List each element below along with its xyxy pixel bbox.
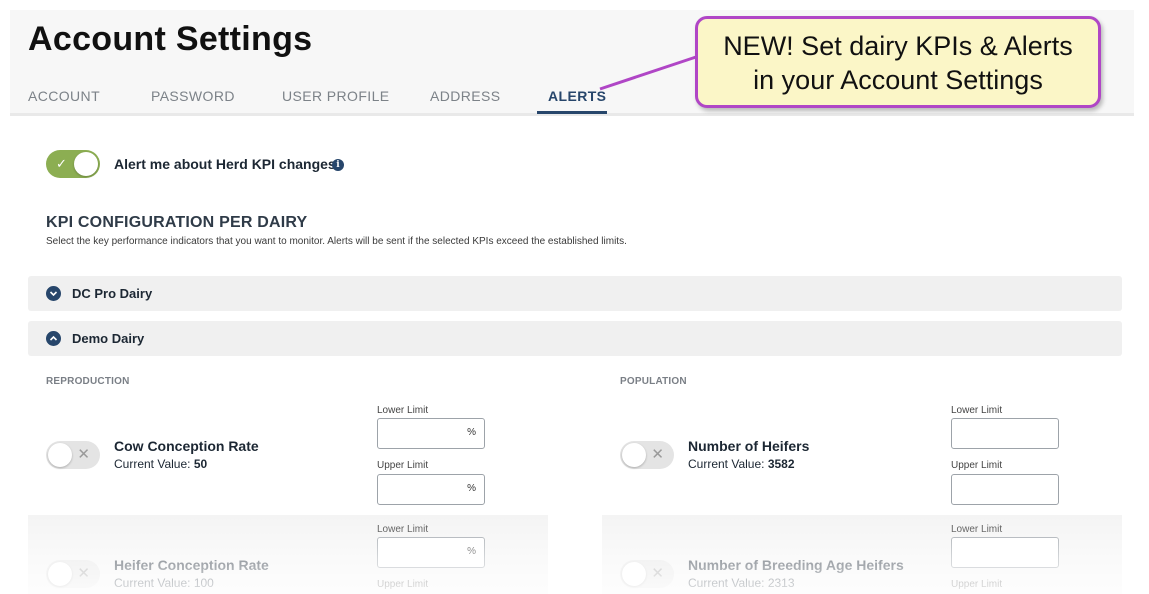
chevron-down-icon xyxy=(46,286,61,301)
number-of-heifers-toggle[interactable]: ✕ xyxy=(620,441,674,469)
upper-limit-label: Upper Limit xyxy=(377,460,429,471)
current-value-label: Current Value: xyxy=(114,576,191,590)
callout-line-1: NEW! Set dairy KPIs & Alerts xyxy=(723,31,1073,61)
dairy-accordion-demo[interactable]: Demo Dairy xyxy=(28,321,1122,356)
current-value-label: Current Value: xyxy=(688,576,765,590)
toggle-knob xyxy=(48,562,72,586)
lower-limit-label: Lower Limit xyxy=(951,524,1003,535)
dairy-name: Demo Dairy xyxy=(72,331,145,346)
kpi-name: Cow Conception Rate xyxy=(114,438,259,454)
close-icon: ✕ xyxy=(651,565,664,582)
tab-password[interactable]: PASSWORD xyxy=(151,88,235,104)
percent-unit: % xyxy=(467,427,476,438)
lower-limit-input[interactable]: % xyxy=(377,418,485,449)
info-icon[interactable]: i xyxy=(332,159,344,171)
breeding-age-heifers-toggle[interactable]: ✕ xyxy=(620,560,674,588)
toggle-knob xyxy=(74,152,98,176)
kpi-current-value: Current Value: 2313 xyxy=(688,576,795,590)
announcement-callout: NEW! Set dairy KPIs & Alerts in your Acc… xyxy=(695,16,1101,108)
callout-pointer xyxy=(599,55,697,91)
percent-unit: % xyxy=(467,483,476,494)
callout-line-2: in your Account Settings xyxy=(753,65,1043,95)
percent-unit: % xyxy=(467,546,476,557)
lower-limit-label: Lower Limit xyxy=(951,405,1003,416)
active-tab-indicator xyxy=(537,111,607,114)
population-heading: POPULATION xyxy=(620,376,687,387)
upper-limit-label: Upper Limit xyxy=(951,579,1003,590)
upper-limit-label: Upper Limit xyxy=(951,460,1003,471)
kpi-section-title: KPI CONFIGURATION PER DAIRY xyxy=(46,214,308,231)
kpi-current-value: Current Value: 3582 xyxy=(688,457,795,471)
kpi-name: Number of Heifers xyxy=(688,438,810,454)
lower-limit-label: Lower Limit xyxy=(377,405,429,416)
current-value-number: 100 xyxy=(193,576,214,590)
kpi-current-value: Current Value: 50 xyxy=(114,457,207,471)
page-title: Account Settings xyxy=(28,20,313,58)
toggle-knob xyxy=(622,562,646,586)
tab-account[interactable]: ACCOUNT xyxy=(28,88,100,104)
kpi-name: Heifer Conception Rate xyxy=(114,557,269,573)
herd-kpi-alert-label: Alert me about Herd KPI changes xyxy=(114,156,336,172)
lower-limit-input[interactable]: % xyxy=(377,537,485,568)
close-icon: ✕ xyxy=(77,565,90,582)
kpi-section-description: Select the key performance indicators th… xyxy=(46,236,627,247)
current-value-label: Current Value: xyxy=(688,457,765,471)
lower-limit-input[interactable] xyxy=(951,537,1059,568)
upper-limit-input[interactable] xyxy=(951,474,1059,505)
lower-limit-input[interactable] xyxy=(951,418,1059,449)
reproduction-heading: REPRODUCTION xyxy=(46,376,130,387)
tab-address[interactable]: ADDRESS xyxy=(430,88,500,104)
tab-user-profile[interactable]: USER PROFILE xyxy=(282,88,390,104)
kpi-current-value: Current Value: 100 xyxy=(114,576,214,590)
heifer-conception-rate-toggle[interactable]: ✕ xyxy=(46,560,100,588)
upper-limit-label: Upper Limit xyxy=(377,579,429,590)
current-value-number: 50 xyxy=(193,457,208,471)
lower-limit-label: Lower Limit xyxy=(377,524,429,535)
dairy-name: DC Pro Dairy xyxy=(72,286,153,301)
herd-kpi-alert-toggle[interactable]: ✓ xyxy=(46,150,100,178)
close-icon: ✕ xyxy=(651,446,664,463)
toggle-knob xyxy=(622,443,646,467)
current-value-label: Current Value: xyxy=(114,457,191,471)
current-value-number: 2313 xyxy=(767,576,795,590)
kpi-name: Number of Breeding Age Heifers xyxy=(688,557,904,573)
cow-conception-rate-toggle[interactable]: ✕ xyxy=(46,441,100,469)
toggle-knob xyxy=(48,443,72,467)
dairy-accordion-dc-pro[interactable]: DC Pro Dairy xyxy=(28,276,1122,311)
chevron-up-icon xyxy=(46,331,61,346)
close-icon: ✕ xyxy=(77,446,90,463)
current-value-number: 3582 xyxy=(767,457,795,471)
check-icon: ✓ xyxy=(56,156,67,171)
upper-limit-input[interactable]: % xyxy=(377,474,485,505)
